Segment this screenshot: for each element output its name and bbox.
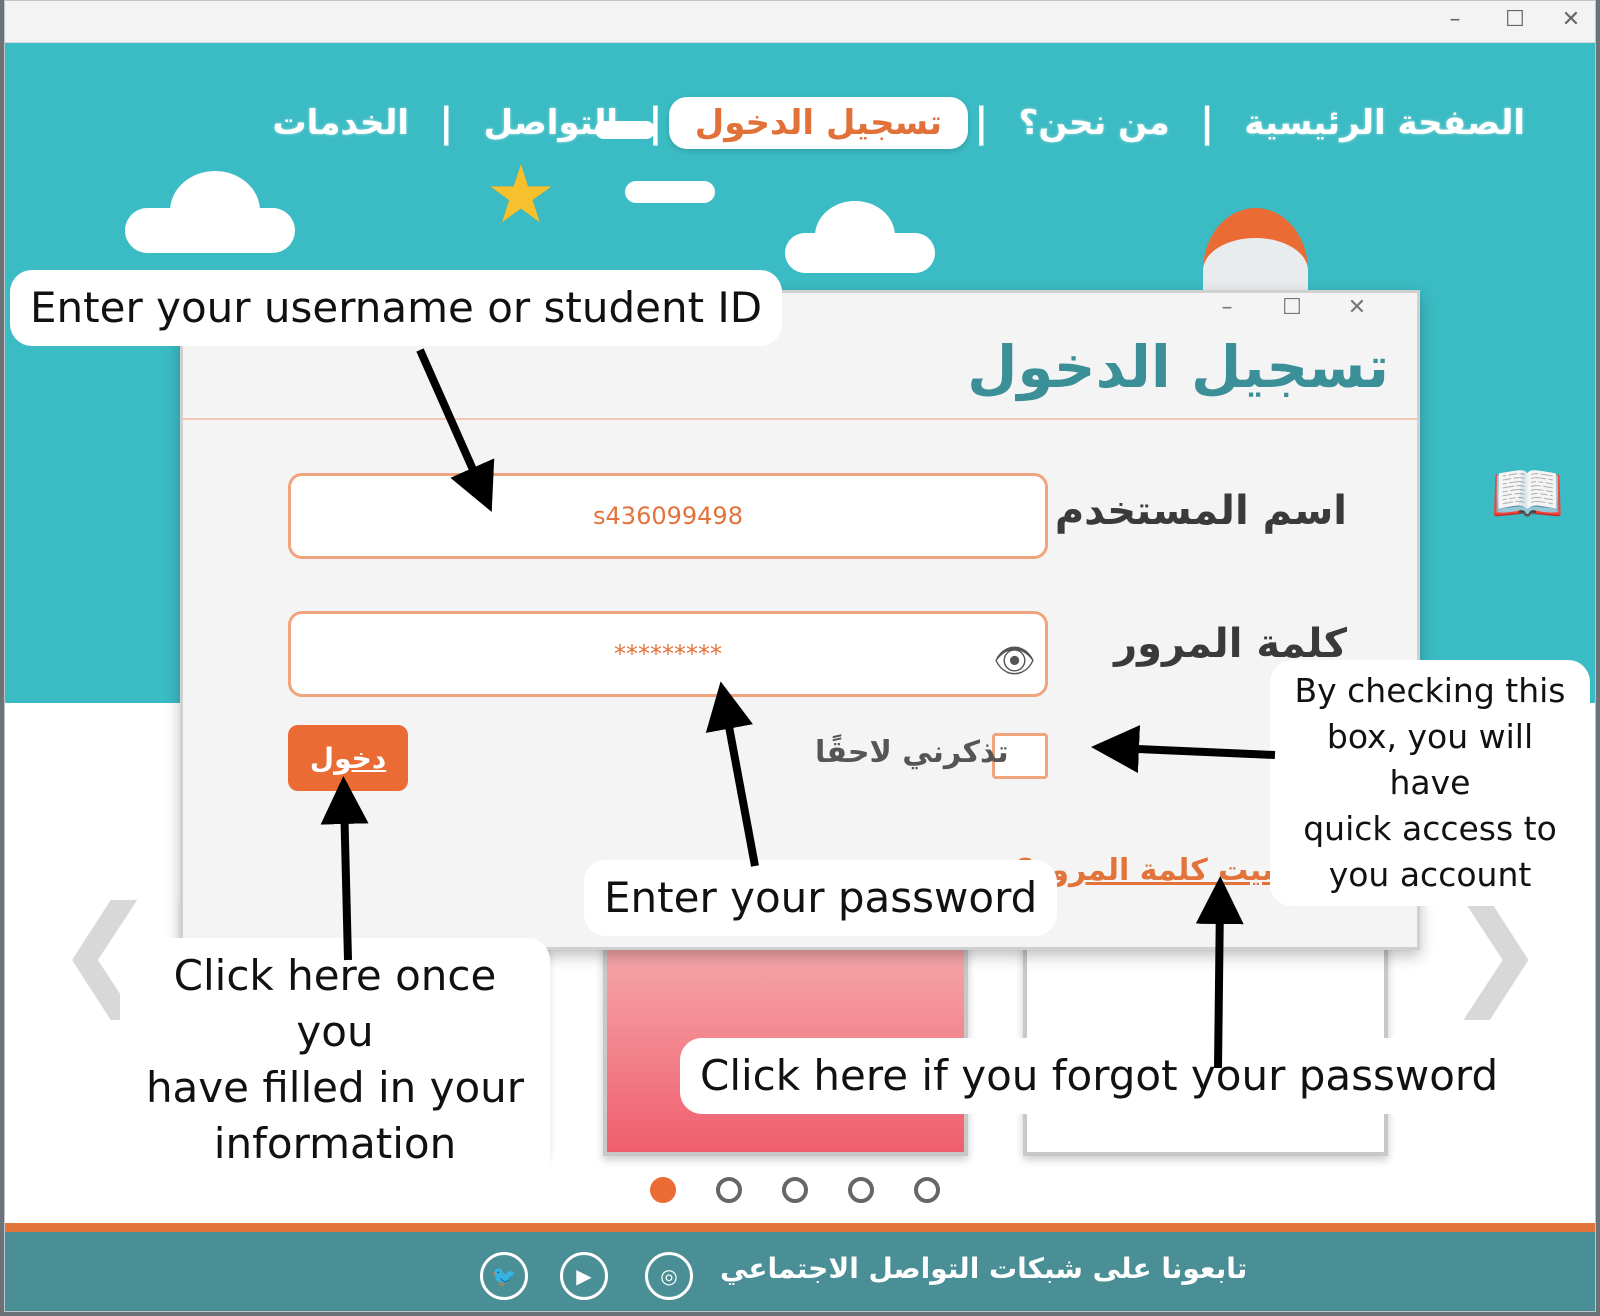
- nav-about[interactable]: من نحن؟: [989, 103, 1200, 143]
- carousel-dot[interactable]: [848, 1177, 874, 1203]
- carousel-next-icon[interactable]: ❯: [1445, 891, 1546, 1011]
- annotation-line: box, you will have: [1326, 717, 1534, 802]
- nav-login[interactable]: تسجيل الدخول: [668, 97, 969, 149]
- twitter-icon[interactable]: 🐦: [480, 1252, 528, 1300]
- star-icon: ★: [485, 148, 557, 241]
- carousel-dot[interactable]: [914, 1177, 940, 1203]
- annotation-password: Enter your password: [584, 860, 1058, 936]
- annotation-line: have filled in your: [145, 1063, 525, 1112]
- screenshot: – ☐ ✕ ★ 📖 الصفحة الرئيسية | من نحن؟ | تس…: [0, 0, 1600, 1316]
- instagram-icon[interactable]: ◎: [645, 1252, 693, 1300]
- carousel-dot[interactable]: [716, 1177, 742, 1203]
- maximize-icon[interactable]: ☐: [1495, 5, 1535, 35]
- annotation-forgot: Click here if you forgot your password: [680, 1038, 1519, 1114]
- youtube-icon[interactable]: ▶: [560, 1252, 608, 1300]
- annotation-line: By checking this: [1294, 671, 1566, 710]
- annotation-line: information: [213, 1119, 457, 1168]
- username-input[interactable]: [288, 473, 1048, 559]
- nav-services[interactable]: الخدمات: [242, 103, 439, 143]
- cloud-icon: [625, 181, 715, 203]
- maximize-icon[interactable]: ☐: [1272, 295, 1312, 320]
- title-divider: [183, 418, 1417, 420]
- annotation-login: Click here once you have filled in your …: [120, 938, 550, 1182]
- nav-separator: |: [648, 100, 663, 146]
- minimize-icon[interactable]: –: [1435, 5, 1475, 35]
- nav-contact[interactable]: التواصل: [454, 103, 648, 143]
- annotation-username: Enter your username or student ID: [10, 270, 783, 346]
- nav-home[interactable]: الصفحة الرئيسية: [1214, 103, 1555, 143]
- carousel-dot[interactable]: [782, 1177, 808, 1203]
- username-label: اسم المستخدم: [1054, 488, 1347, 534]
- login-dialog: – ☐ ✕ تسجيل الدخول اسم المستخدم كلمة الم…: [180, 290, 1420, 950]
- annotation-line: you account: [1328, 855, 1532, 894]
- cloud-icon: [815, 201, 895, 271]
- eye-icon[interactable]: 👁: [993, 641, 1036, 681]
- nav-separator: |: [1199, 100, 1215, 146]
- minimize-icon[interactable]: –: [1207, 295, 1247, 320]
- nav-separator: |: [974, 100, 989, 146]
- carousel-dot[interactable]: [650, 1177, 676, 1203]
- carousel-dots: [650, 1177, 940, 1203]
- remember-label: تذكرني لاحقًا: [815, 735, 1009, 770]
- password-input[interactable]: [288, 611, 1048, 697]
- cloud-icon: [170, 171, 260, 251]
- book-icon: 📖: [1490, 459, 1565, 529]
- annotation-line: quick access to: [1303, 809, 1557, 848]
- annotation-remember: By checking this box, you will have quic…: [1270, 660, 1590, 906]
- footer: 🐦 ▶ ◎ تابعونا على شبكات التواصل الاجتماع…: [5, 1232, 1595, 1311]
- dialog-title: تسجيل الدخول: [967, 333, 1389, 401]
- login-button[interactable]: دخول: [288, 725, 408, 791]
- footer-text: تابعونا على شبكات التواصل الاجتماعي: [720, 1252, 1248, 1285]
- annotation-line: Click here once you: [173, 951, 497, 1056]
- nav-separator: |: [439, 100, 454, 146]
- window-titlebar: – ☐ ✕: [5, 1, 1595, 43]
- footer-divider: [5, 1223, 1595, 1232]
- main-nav: الصفحة الرئيسية | من نحن؟ | تسجيل الدخول…: [242, 93, 1555, 153]
- close-icon[interactable]: ✕: [1551, 5, 1591, 35]
- close-icon[interactable]: ✕: [1337, 295, 1377, 320]
